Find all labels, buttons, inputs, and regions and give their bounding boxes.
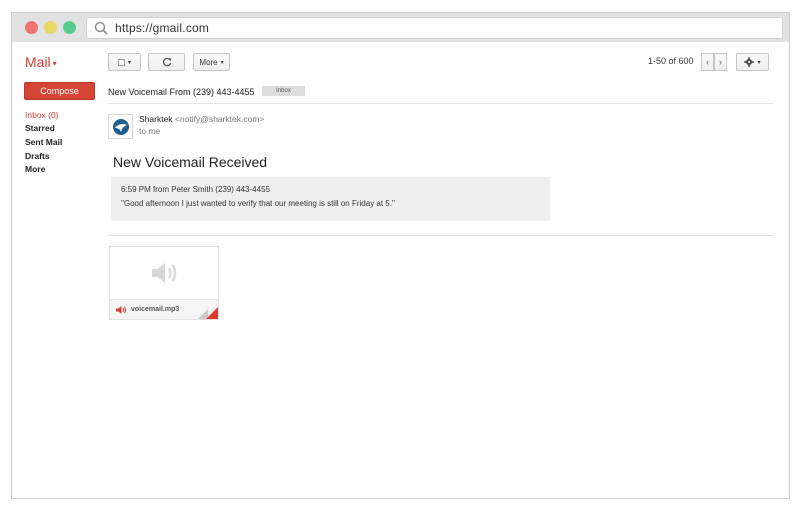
sidebar-item-starred[interactable]: Starred	[25, 123, 55, 133]
sidebar-item-drafts[interactable]: Drafts	[25, 151, 50, 161]
sender-avatar[interactable]	[108, 114, 133, 139]
attachment-preview	[110, 247, 218, 299]
checkbox-icon	[117, 58, 125, 66]
speaker-small-icon	[116, 306, 127, 314]
sidebar-item-inbox[interactable]: Inbox (0)	[25, 110, 59, 120]
voicemail-transcript: "Good afternoon I just wanted to verify …	[121, 199, 395, 208]
sender-line: Sharktek <notify@sharktek.com>	[139, 114, 264, 124]
voicemail-meta: 6:59 PM from Peter Smith (239) 443-4455	[121, 185, 270, 194]
sender-email: <notify@sharktek.com>	[174, 114, 265, 124]
inbox-label-tag[interactable]: Inbox	[262, 86, 305, 96]
previous-page-button[interactable]: ‹	[701, 53, 714, 71]
speaker-icon	[152, 263, 177, 283]
chevron-down-icon: ▾	[757, 59, 761, 66]
chevron-down-icon: ▾	[220, 59, 224, 66]
gear-icon	[744, 57, 755, 67]
chevron-down-icon: ▾	[127, 59, 131, 66]
url-text: https://gmail.com	[115, 21, 210, 35]
chevron-right-icon: ›	[719, 57, 722, 67]
subject-divider	[108, 103, 773, 104]
attachment-divider	[108, 235, 773, 236]
chevron-down-icon: ▾	[52, 58, 57, 68]
settings-button[interactable]: ▾	[736, 53, 769, 71]
compose-button[interactable]: Compose	[24, 82, 95, 100]
corner-fold-icon	[206, 307, 218, 319]
refresh-button[interactable]	[148, 53, 185, 71]
refresh-icon	[162, 57, 171, 67]
attachment-filename: voicemail.mp3	[131, 306, 180, 313]
maximize-window-button[interactable]	[63, 21, 76, 34]
sidebar-item-sent-mail[interactable]: Sent Mail	[25, 137, 62, 147]
sidebar-item-more[interactable]: More	[25, 164, 45, 174]
message-body-title: New Voicemail Received	[113, 154, 268, 170]
attachment-footer: voicemail.mp3	[110, 299, 218, 319]
more-actions-label: More	[199, 57, 218, 67]
more-actions-button[interactable]: More ▾	[193, 53, 230, 71]
mail-label-text: Mail	[25, 54, 51, 70]
attachment-card[interactable]: voicemail.mp3	[109, 246, 219, 320]
address-bar[interactable]: https://gmail.com	[86, 17, 783, 39]
recipient-line[interactable]: to me	[139, 126, 160, 136]
mail-app-switcher[interactable]: Mail ▾	[25, 54, 57, 70]
minimize-window-button[interactable]	[44, 21, 57, 34]
message-subject: New Voicemail From (239) 443-4455	[108, 87, 255, 97]
pagination-count: 1-50 of 600	[648, 56, 694, 66]
browser-window: https://gmail.com Mail ▾ ▾ More ▾ 1-50 of…	[11, 12, 790, 499]
chevron-left-icon: ‹	[706, 57, 709, 67]
sharktek-logo-icon	[112, 118, 129, 135]
close-window-button[interactable]	[25, 21, 38, 34]
sender-name[interactable]: Sharktek	[139, 114, 173, 124]
next-page-button[interactable]: ›	[714, 53, 727, 71]
browser-titlebar: https://gmail.com	[12, 13, 789, 42]
search-icon	[94, 21, 108, 35]
voicemail-details-box: 6:59 PM from Peter Smith (239) 443-4455 …	[111, 177, 550, 221]
select-checkbox-button[interactable]: ▾	[108, 53, 141, 71]
